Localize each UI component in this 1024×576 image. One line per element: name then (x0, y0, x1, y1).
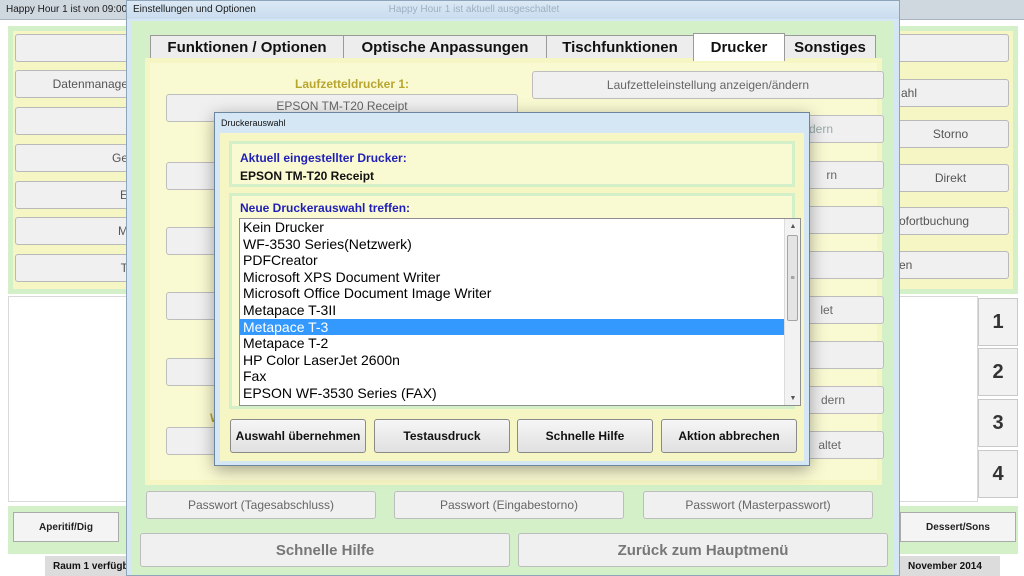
password-row: Passwort (Tagesabschluss) Passwort (Eing… (140, 487, 890, 525)
aperitif-button[interactable]: Aperitif/Dig (13, 512, 119, 542)
storno-button[interactable]: Storno (892, 120, 1009, 148)
settings-window-titlebar: Einstellungen und Optionen Happy Hour 1 … (127, 1, 899, 19)
settings-window-title: Einstellungen und Optionen (133, 4, 256, 15)
apply-selection-button[interactable]: Auswahl übernehmen (230, 419, 366, 453)
test-print-button[interactable]: Testausdruck (374, 419, 510, 453)
background-left-button-1[interactable] (15, 34, 135, 62)
printer-dialog-body: Aktuell eingestellter Drucker: EPSON TM-… (220, 133, 804, 461)
new-printer-box: Neue Druckerauswahl treffen: Kein Drucke… (229, 193, 801, 409)
printer1-label: Laufzetteldrucker 1: (295, 77, 410, 91)
status-date: November 2014 (900, 556, 1000, 576)
printer-list-item[interactable]: Metapace T-2 (240, 335, 784, 352)
number-button-4[interactable]: 4 (978, 450, 1018, 498)
background-right-button-1[interactable] (892, 34, 1009, 62)
settings-window-ghost-title: Happy Hour 1 ist aktuell ausgeschaltet (388, 4, 560, 15)
printer-list-item[interactable]: WF-3530 Series(Netzwerk) (240, 236, 784, 253)
tab-funktionen-optionen[interactable]: Funktionen / Optionen (150, 35, 344, 59)
current-printer-value: EPSON TM-T20 Receipt (240, 169, 375, 183)
background-left-button-7[interactable]: T (15, 254, 135, 282)
background-left-button-3[interactable] (15, 107, 135, 135)
back-to-main-menu-button[interactable]: Zurück zum Hauptmenü (518, 533, 888, 567)
printer-list-scrollbar[interactable]: ▲ ≡ ▼ (784, 219, 800, 405)
printer-list-item[interactable]: Microsoft XPS Document Writer (240, 269, 784, 286)
tab-drucker[interactable]: Drucker (693, 33, 785, 61)
printer-list-item[interactable]: Kein Drucker (240, 219, 784, 236)
scroll-down-icon[interactable]: ▼ (785, 391, 800, 405)
tab-optische-anpassungen[interactable]: Optische Anpassungen (343, 35, 547, 59)
password-input-cancel-button[interactable]: Passwort (Eingabestorno) (394, 491, 624, 519)
background-left-button-5[interactable]: E (15, 181, 135, 209)
password-master-button[interactable]: Passwort (Masterpasswort) (643, 491, 873, 519)
printer-listbox[interactable]: Kein Drucker WF-3530 Series(Netzwerk) PD… (239, 218, 801, 406)
background-right-button-2[interactable]: ahl (892, 79, 1009, 107)
background-left-button-6[interactable]: M (15, 217, 135, 245)
scroll-up-icon[interactable]: ▲ (785, 219, 800, 233)
direkt-button[interactable]: Direkt (892, 164, 1009, 192)
current-printer-label: Aktuell eingestellter Drucker: (240, 151, 407, 165)
settings-help-button[interactable]: Schnelle Hilfe (140, 533, 510, 567)
tab-sonstiges[interactable]: Sonstiges (784, 35, 876, 59)
printer-dialog-title: Druckerauswahl (221, 118, 286, 128)
cancel-action-button[interactable]: Aktion abbrechen (661, 419, 797, 453)
number-button-3[interactable]: 3 (978, 399, 1018, 447)
number-button-2[interactable]: 2 (978, 348, 1018, 396)
laufzettel-settings-button[interactable]: Laufzetteleinstellung anzeigen/ändern (532, 71, 884, 99)
printer-list-item[interactable]: Metapace T-3 (240, 318, 784, 336)
printer-list-item[interactable]: EPSON WF-3530 Series (FAX) (240, 385, 784, 402)
current-printer-box: Aktuell eingestellter Drucker: EPSON TM-… (229, 141, 795, 187)
sofortbuchung-button[interactable]: ofortbuchung (892, 207, 1009, 235)
printer-selection-dialog: Druckerauswahl Aktuell eingestellter Dru… (214, 112, 810, 466)
password-daily-closing-button[interactable]: Passwort (Tagesabschluss) (146, 491, 376, 519)
dessert-button[interactable]: Dessert/Sons (900, 512, 1016, 542)
background-left-button-2[interactable]: Datenmanage (15, 70, 135, 98)
printer-list-item[interactable]: Fax (240, 368, 784, 385)
tab-tischfunktionen[interactable]: Tischfunktionen (546, 35, 694, 59)
printer-list-item[interactable]: Metapace T-3II (240, 302, 784, 319)
number-button-1[interactable]: 1 (978, 298, 1018, 346)
status-room: Raum 1 verfügb (45, 556, 127, 576)
background-right-button-6[interactable]: en (892, 251, 1009, 279)
printer-list-item[interactable]: HP Color LaserJet 2600n (240, 352, 784, 369)
scroll-thumb[interactable]: ≡ (787, 235, 798, 321)
background-left-button-4[interactable]: Ge (15, 144, 135, 172)
new-printer-label: Neue Druckerauswahl treffen: (240, 201, 411, 215)
printer-list-item[interactable]: PDFCreator (240, 252, 784, 269)
dialog-help-button[interactable]: Schnelle Hilfe (517, 419, 653, 453)
printer-list-item[interactable]: Microsoft Office Document Image Writer (240, 285, 784, 302)
